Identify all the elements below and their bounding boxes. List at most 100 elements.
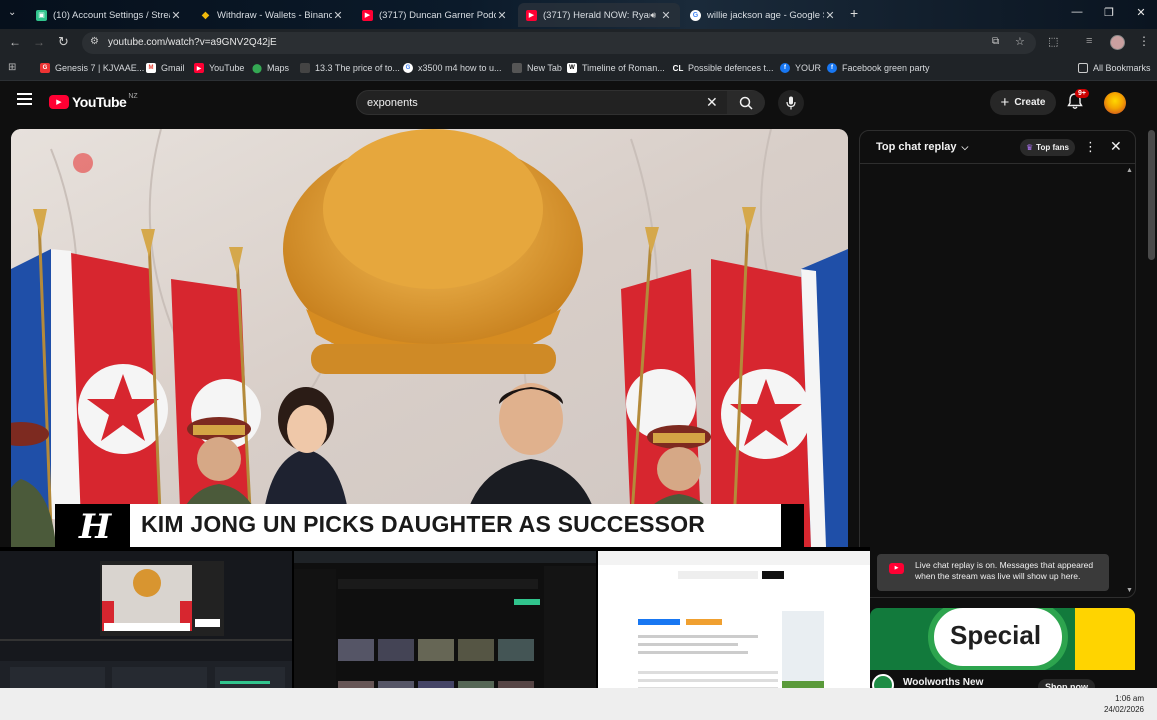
wikipedia-icon: W (567, 63, 577, 73)
search-button[interactable] (727, 91, 765, 114)
youtube-icon: ▶ (194, 63, 204, 73)
notification-badge: 9+ (1075, 89, 1089, 98)
forward-icon[interactable]: → (33, 35, 45, 49)
youtube-icon: ▶ (889, 563, 904, 574)
chat-close-icon[interactable]: ✕ (1110, 138, 1122, 155)
bookmark-item[interactable]: M Gmail (146, 63, 185, 73)
bookmark-favicon-icon (300, 63, 310, 73)
create-button[interactable]: + Create (990, 90, 1056, 115)
browser-tab-strip: ⌄ ▣ (10) Account Settings / Streamli ✕ ◆… (0, 0, 1157, 29)
bookmark-item[interactable]: Gx3500 m4 how to u... (403, 63, 502, 73)
microphone-icon (786, 96, 796, 110)
hamburger-menu-icon[interactable] (17, 93, 32, 105)
gmail-icon: M (146, 63, 156, 73)
scroll-down-arrow-icon[interactable]: ▼ (1126, 587, 1133, 594)
youtube-logo[interactable]: ▶ YouTube NZ (49, 92, 138, 110)
site-info-icon[interactable]: ⚙︎ (90, 36, 99, 47)
all-bookmarks-button[interactable]: All Bookmarks (1078, 63, 1151, 73)
preview-youtube-studio[interactable] (294, 551, 596, 708)
plus-icon: + (1000, 94, 1010, 111)
tab-title: Withdraw - Wallets - Binance (217, 9, 332, 21)
top-fans-label: Top fans (1036, 143, 1069, 152)
back-icon[interactable]: ← (9, 35, 21, 49)
voice-search-button[interactable] (778, 90, 804, 116)
channel-watermark-icon (73, 153, 93, 173)
tab-streamlabs[interactable]: ▣ (10) Account Settings / Streamli ✕ (28, 3, 190, 27)
shop-now-button[interactable]: Shop now (1038, 679, 1095, 688)
tab-herald-now[interactable]: ▶ (3717) Herald NOW: Ryan B 🔊︎ ✕ (518, 3, 680, 27)
bookmark-label: Timeline of Roman... (582, 63, 665, 73)
new-tab-button[interactable]: + (850, 5, 858, 21)
bookmarks-bar: ⊞ G Genesis 7 | KJVAAE... M Gmail ▶ YouTube… (0, 57, 1157, 81)
chat-header: Top chat replay ⌵ ♛ Top fans ⋮ ✕ (860, 131, 1135, 164)
bookmark-label: YouTube (209, 63, 245, 73)
apps-grid-icon[interactable]: ⊞ (8, 62, 16, 73)
notifications-button[interactable]: 9+ (1067, 89, 1089, 115)
clear-search-icon[interactable]: ✕ (706, 94, 718, 111)
binance-icon: ◆ (201, 9, 210, 21)
video-player[interactable]: H KIM JONG UN PICKS DAUGHTER AS SUCCESSO… (11, 129, 848, 547)
search-box[interactable]: exponents ✕ (356, 90, 765, 115)
ad-headline: Special (950, 620, 1042, 650)
reload-icon[interactable]: ↻ (58, 34, 69, 50)
scroll-up-arrow-icon[interactable]: ▲ (1126, 167, 1133, 174)
region-code: NZ (128, 92, 138, 100)
tab-search-button[interactable]: ⌄ (8, 7, 16, 18)
close-tab-icon[interactable]: ✕ (660, 9, 672, 22)
preview-streamlabs[interactable] (0, 551, 292, 708)
search-input[interactable]: exponents (367, 97, 418, 109)
restore-icon[interactable]: ❐ (1094, 6, 1124, 19)
windows-taskbar: 1:06 am 24/02/2026 (0, 688, 1157, 720)
page-scrollbar[interactable] (1148, 130, 1155, 260)
minimize-icon[interactable]: — (1062, 6, 1092, 18)
address-bar[interactable]: ⚙︎ youtube.com/watch?v=a9GNV2Q42jE ⧉ ☆ (82, 32, 1036, 54)
search-icon (739, 96, 753, 110)
ad-yellow-strip (1075, 608, 1135, 676)
tab-binance[interactable]: ◆ Withdraw - Wallets - Binance ✕ (192, 3, 352, 27)
youtube-icon: ▶ (362, 9, 373, 21)
chat-more-icon[interactable]: ⋮ (1084, 139, 1097, 155)
bookmark-item[interactable]: f YOUR (780, 63, 821, 73)
tab-duncan-garner[interactable]: ▶ (3717) Duncan Garner Podcast ✕ (354, 3, 516, 27)
bookmark-label: 13.3 The price of to... (315, 63, 400, 73)
top-fans-button[interactable]: ♛ Top fans (1020, 139, 1075, 156)
tab-google-search[interactable]: G willie jackson age - Google Sea ✕ (682, 3, 844, 27)
extensions-icon[interactable]: ⬚ (1048, 35, 1058, 48)
bookmark-label: Maps (267, 63, 290, 73)
bookmark-item[interactable]: ⬤ Maps (252, 63, 290, 74)
bookmark-item[interactable]: W Timeline of Roman... (567, 63, 665, 73)
close-tab-icon[interactable]: ✕ (332, 9, 344, 22)
bookmark-item[interactable]: G Genesis 7 | KJVAAE... (40, 63, 144, 73)
media-control-icon[interactable]: ≡ (1086, 35, 1092, 47)
crown-icon: ♛ (1026, 143, 1034, 152)
sponsored-ad[interactable]: Special Woolworths New Shop now (870, 608, 1135, 688)
chat-mode-dropdown[interactable]: Top chat replay ⌵ (876, 141, 968, 153)
account-avatar[interactable] (1104, 92, 1126, 114)
tab-title: (3717) Herald NOW: Ryan B (543, 9, 650, 21)
preview-shopping-page[interactable] (598, 551, 870, 708)
close-tab-icon[interactable]: ✕ (824, 9, 836, 22)
chat-scrollbar[interactable]: ▲ ▼ (1126, 167, 1133, 597)
audio-playing-icon[interactable]: 🔊︎ (650, 10, 656, 21)
close-tab-icon[interactable]: ✕ (496, 9, 508, 22)
ad-advertiser: Woolworths New (903, 677, 984, 688)
bookmark-label: YOUR (795, 63, 822, 73)
notice-text: Live chat replay is on. Messages that ap… (915, 560, 1094, 581)
chat-title: Top chat replay (876, 141, 957, 153)
bookmark-item[interactable]: f Facebook green party (827, 63, 930, 73)
clock[interactable]: 1:06 am 24/02/2026 (1100, 693, 1144, 715)
facebook-icon: f (827, 63, 837, 73)
news-caption: KIM JONG UN PICKS DAUGHTER AS SUCCESSOR (141, 511, 706, 537)
menu-kebab-icon[interactable]: ⋮ (1138, 34, 1150, 48)
bookmark-favicon-icon: CL (672, 63, 684, 73)
bookmark-star-icon[interactable]: ☆ (1015, 35, 1025, 48)
install-app-icon[interactable]: ⧉ (992, 36, 999, 47)
bookmark-item[interactable]: New Tab (512, 63, 562, 73)
bookmark-item[interactable]: 13.3 The price of to... (300, 63, 400, 73)
shopping-preview-image (598, 551, 870, 708)
bookmark-item[interactable]: CL Possible defences t... (673, 63, 774, 73)
close-tab-icon[interactable]: ✕ (170, 9, 182, 22)
close-window-icon[interactable]: ✕ (1126, 6, 1156, 19)
profile-avatar[interactable] (1110, 35, 1125, 50)
bookmark-item[interactable]: ▶ YouTube (194, 63, 244, 73)
